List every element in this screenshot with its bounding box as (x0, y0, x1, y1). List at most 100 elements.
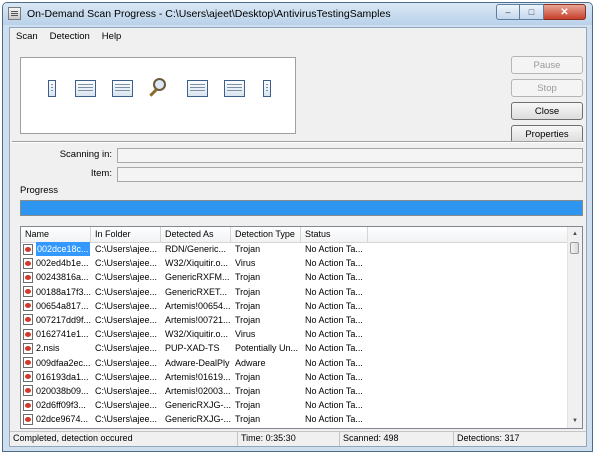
table-row[interactable]: 020038b09... C:\Users\ajee... Artemis!0200… (21, 384, 569, 398)
table-row[interactable]: 02f4920931...C:\Users\ajee...RDN/Generic… (21, 426, 569, 428)
infected-file-icon (23, 385, 33, 397)
list-header: Name In Folder Detected As Detection Typ… (21, 227, 569, 243)
cell-name: 009dfaa2ec... (21, 356, 91, 370)
cell-in-folder: C:\Users\ajee... (95, 314, 158, 325)
window-controls: ‒ □ ✕ (496, 4, 586, 20)
cell-name: 016193da1... (21, 370, 91, 384)
cell-detected-as: RDN/Generic... (161, 426, 231, 428)
cell-status: No Action Ta... (305, 343, 363, 354)
maximize-button[interactable]: □ (520, 4, 544, 20)
table-row[interactable]: 002dce18c... C:\Users\ajee... RDN/Generic.… (21, 242, 569, 256)
scan-progress-window: On-Demand Scan Progress - C:\Users\ajeet… (2, 2, 593, 452)
file-name: 016193da1... (36, 371, 89, 382)
cell-status: No Action Ta... (305, 329, 363, 340)
cell-detected-as: Artemis!00721... (165, 314, 231, 325)
menu-help[interactable]: Help (96, 31, 128, 42)
cell-in-folder: C:\Users\ajee... (91, 426, 161, 428)
cell-detection-type: Trojan (235, 314, 261, 325)
infected-file-icon (23, 399, 33, 411)
scanning-in-label: Scanning in: (59, 149, 112, 160)
list-rows: 002dce18c... C:\Users\ajee... RDN/Generic.… (21, 242, 569, 428)
menu-detection[interactable]: Detection (44, 31, 96, 42)
document-icon (224, 80, 245, 97)
scroll-down-icon[interactable]: ▼ (568, 414, 582, 428)
infected-file-icon (23, 371, 33, 383)
table-row[interactable]: 00654a817... C:\Users\ajee... Artemis!0065… (21, 299, 569, 313)
pause-button[interactable]: Pause (511, 56, 583, 74)
file-name: 02dce9674... (36, 414, 89, 425)
menu-scan[interactable]: Scan (10, 31, 44, 42)
cell-in-folder: C:\Users\ajee... (95, 272, 158, 283)
file-name: 00188a17f3... (36, 286, 91, 297)
column-in-folder[interactable]: In Folder (91, 227, 161, 242)
scanning-in-field (117, 148, 583, 163)
cell-detected-as: GenericRXJG-... (165, 414, 231, 425)
minimize-button[interactable]: ‒ (496, 4, 520, 20)
cell-detected-as: Artemis!02003... (165, 385, 231, 396)
cell-detection-type: Adware (235, 357, 266, 368)
table-row[interactable]: 02dce9674... C:\Users\ajee... GenericRXJG-… (21, 412, 569, 426)
document-icon (187, 80, 208, 97)
cell-detected-as: GenericRXET... (165, 286, 228, 297)
close-window-button[interactable]: ✕ (544, 4, 586, 20)
cell-name: 0162741e1... (21, 327, 91, 341)
cell-in-folder: C:\Users\ajee... (95, 343, 158, 354)
item-field (117, 167, 583, 182)
table-row[interactable]: 02d6ff09f3... C:\Users\ajee... GenericRXJG… (21, 398, 569, 412)
magnifier-icon (149, 76, 171, 100)
menu-bar: Scan Detection Help (10, 28, 586, 45)
cell-status: No Action Ta... (305, 385, 363, 396)
table-row[interactable]: 0162741e1... C:\Users\ajee... W32/Xiquitir… (21, 327, 569, 341)
file-name: 002dce18c... (36, 242, 90, 256)
app-icon[interactable] (8, 7, 21, 20)
progress-bar (20, 200, 583, 216)
status-scanned: Scanned: 498 (340, 432, 454, 446)
table-row[interactable]: 002ed4b1e... C:\Users\ajee... W32/Xiquitir… (21, 256, 569, 270)
vertical-scrollbar[interactable]: ▲ ▼ (567, 227, 582, 428)
cell-detected-as: RDN/Generic... (165, 244, 227, 254)
table-row[interactable]: 007217dd9f... C:\Users\ajee... Artemis!007… (21, 313, 569, 327)
status-bar: Completed, detection occured Time: 0:35:… (10, 431, 586, 446)
close-button[interactable]: Close (511, 102, 583, 120)
scroll-up-icon[interactable]: ▲ (568, 227, 582, 241)
table-row[interactable]: 009dfaa2ec... C:\Users\ajee... Adware-Deal… (21, 356, 569, 370)
column-detection-type[interactable]: Detection Type (231, 227, 301, 242)
column-name[interactable]: Name (21, 227, 91, 242)
cell-detected-as: Adware-DealPly (165, 357, 230, 368)
table-row[interactable]: 00188a17f3... C:\Users\ajee... GenericRXET… (21, 285, 569, 299)
cell-in-folder: C:\Users\ajee... (95, 385, 158, 396)
infected-file-icon (23, 427, 33, 428)
infected-file-icon (23, 342, 33, 354)
column-filler (368, 227, 569, 242)
cell-detected-as: GenericRXFM... (165, 272, 230, 283)
infected-file-icon (23, 257, 33, 269)
infected-file-icon (23, 286, 33, 298)
column-status[interactable]: Status (301, 227, 368, 242)
table-row[interactable]: 00243816a... C:\Users\ajee... GenericRXFM.… (21, 270, 569, 284)
infected-file-icon (23, 357, 33, 368)
separator (12, 141, 584, 143)
cell-detection-type: Trojan (235, 286, 261, 297)
cell-name: 00243816a... (21, 270, 91, 284)
cell-status: No Action Ta... (305, 357, 363, 368)
cell-status: No Action Ta... (305, 314, 363, 325)
cell-name: 00188a17f3... (21, 285, 91, 299)
cell-name: 02d6ff09f3... (21, 398, 91, 412)
file-name: 2.nsis (36, 343, 60, 354)
document-icon (263, 80, 271, 97)
column-detected-as[interactable]: Detected As (161, 227, 231, 242)
cell-status: No Action Ta... (305, 286, 363, 297)
cell-name: 02dce9674... (21, 412, 91, 426)
detections-list[interactable]: Name In Folder Detected As Detection Typ… (20, 226, 583, 429)
table-row[interactable]: 016193da1... C:\Users\ajee... Artemis!0161… (21, 370, 569, 384)
cell-name: 02f4920931... (21, 426, 91, 428)
status-message: Completed, detection occured (10, 432, 238, 446)
document-icon (48, 80, 56, 97)
stop-button[interactable]: Stop (511, 79, 583, 97)
table-row[interactable]: 2.nsis C:\Users\ajee... PUP-XAD-TS Potentia… (21, 341, 569, 355)
cell-name: 00654a817... (21, 299, 91, 313)
cell-detected-as: Artemis!00654... (165, 300, 231, 311)
title-bar[interactable]: On-Demand Scan Progress - C:\Users\ajeet… (3, 3, 592, 25)
scroll-thumb[interactable] (570, 242, 579, 254)
cell-detected-as: PUP-XAD-TS (165, 343, 220, 354)
